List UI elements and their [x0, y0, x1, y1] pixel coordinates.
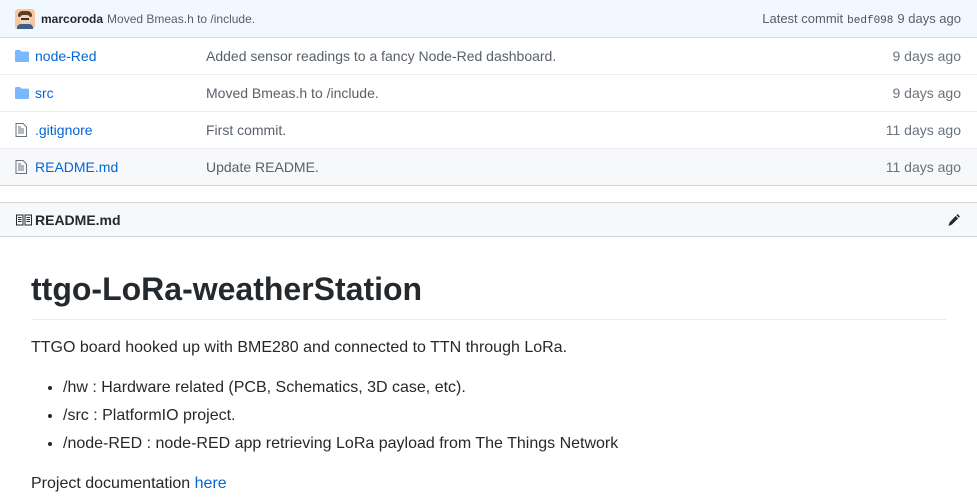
latest-commit-bar: marcoroda Moved Bmeas.h to /include. Lat… — [0, 0, 977, 38]
list-item: /node-RED : node-RED app retrieving LoRa… — [63, 432, 946, 456]
file-age: 9 days ago — [892, 85, 962, 101]
folder-icon — [15, 49, 29, 63]
file-icon — [15, 160, 29, 174]
file-age: 11 days ago — [885, 122, 961, 138]
commit-info: Latest commit bedf098 9 days ago — [762, 11, 961, 27]
readme-title: ttgo-LoRa-weatherStation — [31, 269, 946, 320]
file-commit-message[interactable]: First commit. — [206, 122, 886, 138]
commit-message[interactable]: Moved Bmeas.h to /include. — [107, 12, 255, 26]
file-icon — [15, 123, 29, 137]
commit-author[interactable]: marcoroda — [41, 12, 103, 26]
file-row: .gitignore First commit. 11 days ago — [0, 112, 977, 149]
commit-age: 9 days ago — [897, 10, 961, 26]
documentation-text: Project documentation — [31, 475, 191, 492]
readme-content: ttgo-LoRa-weatherStation TTGO board hook… — [31, 237, 946, 496]
file-row: node-Red Added sensor readings to a fanc… — [0, 38, 977, 75]
file-age: 9 days ago — [892, 48, 962, 64]
file-age: 11 days ago — [885, 159, 961, 175]
file-commit-message[interactable]: Added sensor readings to a fancy Node-Re… — [206, 48, 893, 64]
list-item: /src : PlatformIO project. — [63, 404, 946, 428]
list-item: /hw : Hardware related (PCB, Schematics,… — [63, 376, 946, 400]
file-commit-message[interactable]: Update README. — [206, 159, 886, 175]
file-link[interactable]: README.md — [35, 159, 206, 175]
book-icon — [16, 214, 32, 226]
file-list: node-Red Added sensor readings to a fanc… — [0, 38, 977, 186]
commit-sha[interactable]: bedf098 — [847, 15, 893, 27]
file-commit-message[interactable]: Moved Bmeas.h to /include. — [206, 85, 893, 101]
readme-intro: TTGO board hooked up with BME280 and con… — [31, 339, 568, 356]
file-link[interactable]: .gitignore — [35, 122, 206, 138]
file-link[interactable]: src — [35, 85, 206, 101]
file-row: src Moved Bmeas.h to /include. 9 days ag… — [0, 75, 977, 112]
file-row: README.md Update README. 11 days ago — [0, 149, 977, 186]
readme-list: /hw : Hardware related (PCB, Schematics,… — [31, 376, 946, 456]
pencil-icon[interactable] — [947, 213, 961, 227]
readme-header: README.md — [0, 202, 977, 237]
documentation-line: Project documentation here — [31, 472, 946, 496]
readme-filename: README.md — [35, 211, 121, 228]
folder-icon — [15, 86, 29, 100]
latest-commit-label: Latest commit — [762, 10, 844, 26]
author-avatar[interactable] — [15, 8, 35, 29]
file-link[interactable]: node-Red — [35, 48, 206, 64]
documentation-link[interactable]: here — [195, 475, 227, 492]
